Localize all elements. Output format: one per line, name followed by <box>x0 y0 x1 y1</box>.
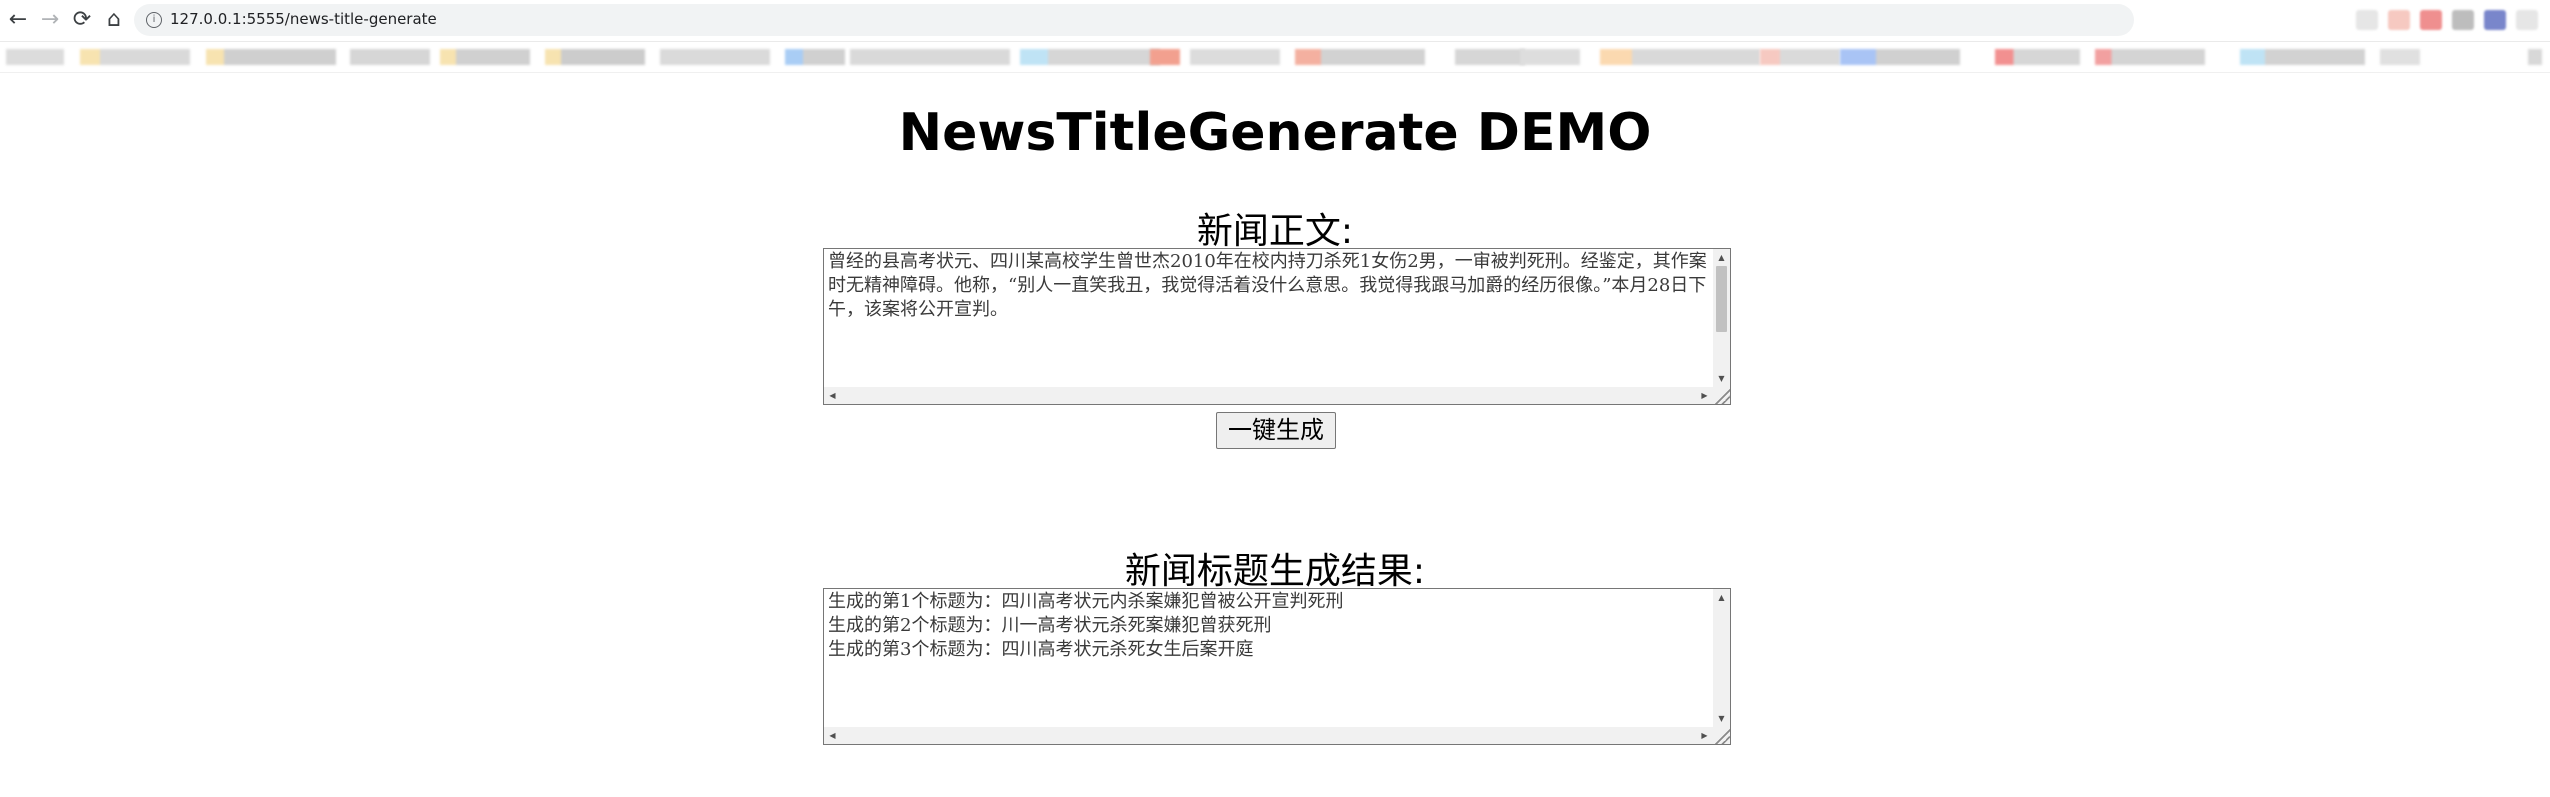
bookmark-item[interactable] <box>1760 49 1840 65</box>
extension-icon[interactable] <box>2420 10 2442 30</box>
address-bar[interactable]: i 127.0.0.1:5555/news-title-generate <box>134 4 2134 36</box>
news-body-textarea[interactable]: 曾经的县高考状元、四川某高校学生曾世杰2010年在校内持刀杀死1女伤2男，一审被… <box>823 248 1731 405</box>
result-text[interactable]: 生成的第1个标题为：四川高考状元内杀案嫌犯曾被公开宣判死刑 生成的第2个标题为：… <box>828 590 1710 726</box>
bookmark-item[interactable] <box>206 49 336 65</box>
bookmark-item[interactable] <box>440 49 530 65</box>
profile-icon[interactable] <box>2484 10 2506 30</box>
bookmark-item[interactable] <box>1020 49 1160 65</box>
bookmark-item[interactable] <box>1600 49 1760 65</box>
bookmark-item[interactable] <box>1455 49 1525 65</box>
back-arrow-icon[interactable]: ← <box>6 8 30 32</box>
resize-handle-icon[interactable] <box>1713 727 1730 744</box>
bookmark-item[interactable] <box>6 49 64 65</box>
bookmark-item[interactable] <box>350 49 430 65</box>
scroll-right-icon[interactable]: ▶ <box>1696 727 1713 744</box>
bookmark-item[interactable] <box>660 49 770 65</box>
vertical-scrollbar[interactable]: ▲ ▼ <box>1713 589 1730 727</box>
bookmark-item[interactable] <box>80 49 190 65</box>
result-textarea[interactable]: 生成的第1个标题为：四川高考状元内杀案嫌犯曾被公开宣判死刑 生成的第2个标题为：… <box>823 588 1731 745</box>
scroll-down-icon[interactable]: ▼ <box>1713 370 1730 387</box>
site-info-icon[interactable]: i <box>146 12 162 28</box>
result-label: 新闻标题生成结果: <box>1124 551 1426 592</box>
forward-arrow-icon[interactable]: → <box>38 8 62 32</box>
scroll-left-icon[interactable]: ◀ <box>824 387 841 404</box>
browser-toolbar: ← → ⟳ ⌂ i 127.0.0.1:5555/news-title-gene… <box>0 0 2550 42</box>
bookmark-item[interactable] <box>1150 49 1180 65</box>
scroll-down-icon[interactable]: ▼ <box>1713 710 1730 727</box>
bookmark-item[interactable] <box>545 49 645 65</box>
horizontal-scrollbar[interactable]: ◀ ▶ <box>824 727 1713 744</box>
bookmark-item[interactable] <box>1190 49 1280 65</box>
vertical-scrollbar[interactable]: ▲ ▼ <box>1713 249 1730 387</box>
scroll-up-icon[interactable]: ▲ <box>1713 589 1730 606</box>
page-title: NewsTitleGenerate DEMO <box>898 103 1652 163</box>
bookmark-item[interactable] <box>785 49 845 65</box>
extension-icon[interactable] <box>2452 10 2474 30</box>
bookmark-item[interactable] <box>850 49 1010 65</box>
resize-handle-icon[interactable] <box>1713 387 1730 404</box>
bookmarks-bar <box>0 42 2550 73</box>
bookmark-item[interactable] <box>1995 49 2080 65</box>
reload-icon[interactable]: ⟳ <box>70 8 94 32</box>
bookmark-item[interactable] <box>2380 49 2420 65</box>
horizontal-scrollbar[interactable]: ◀ ▶ <box>824 387 1713 404</box>
scroll-left-icon[interactable]: ◀ <box>824 727 841 744</box>
generate-button[interactable]: 一键生成 <box>1216 412 1336 449</box>
scrollbar-thumb[interactable] <box>1716 266 1727 332</box>
scroll-up-icon[interactable]: ▲ <box>1713 249 1730 266</box>
extension-icon[interactable] <box>2388 10 2410 30</box>
bookmark-item[interactable] <box>1520 49 1580 65</box>
scroll-right-icon[interactable]: ▶ <box>1696 387 1713 404</box>
page-content: NewsTitleGenerate DEMO 新闻正文: 曾经的县高考状元、四川… <box>0 72 2550 797</box>
bookmark-item[interactable] <box>2240 49 2365 65</box>
extension-icon[interactable] <box>2356 10 2378 30</box>
menu-icon[interactable] <box>2516 10 2538 30</box>
home-icon[interactable]: ⌂ <box>102 8 126 32</box>
bookmark-item[interactable] <box>1295 49 1425 65</box>
extension-icons <box>2356 10 2538 30</box>
bookmark-item[interactable] <box>2095 49 2205 65</box>
bookmark-item[interactable] <box>1840 49 1960 65</box>
news-body-label: 新闻正文: <box>1196 211 1354 252</box>
other-bookmarks-icon[interactable] <box>2528 49 2542 65</box>
url-text[interactable]: 127.0.0.1:5555/news-title-generate <box>170 10 437 28</box>
news-body-text[interactable]: 曾经的县高考状元、四川某高校学生曾世杰2010年在校内持刀杀死1女伤2男，一审被… <box>828 250 1710 386</box>
